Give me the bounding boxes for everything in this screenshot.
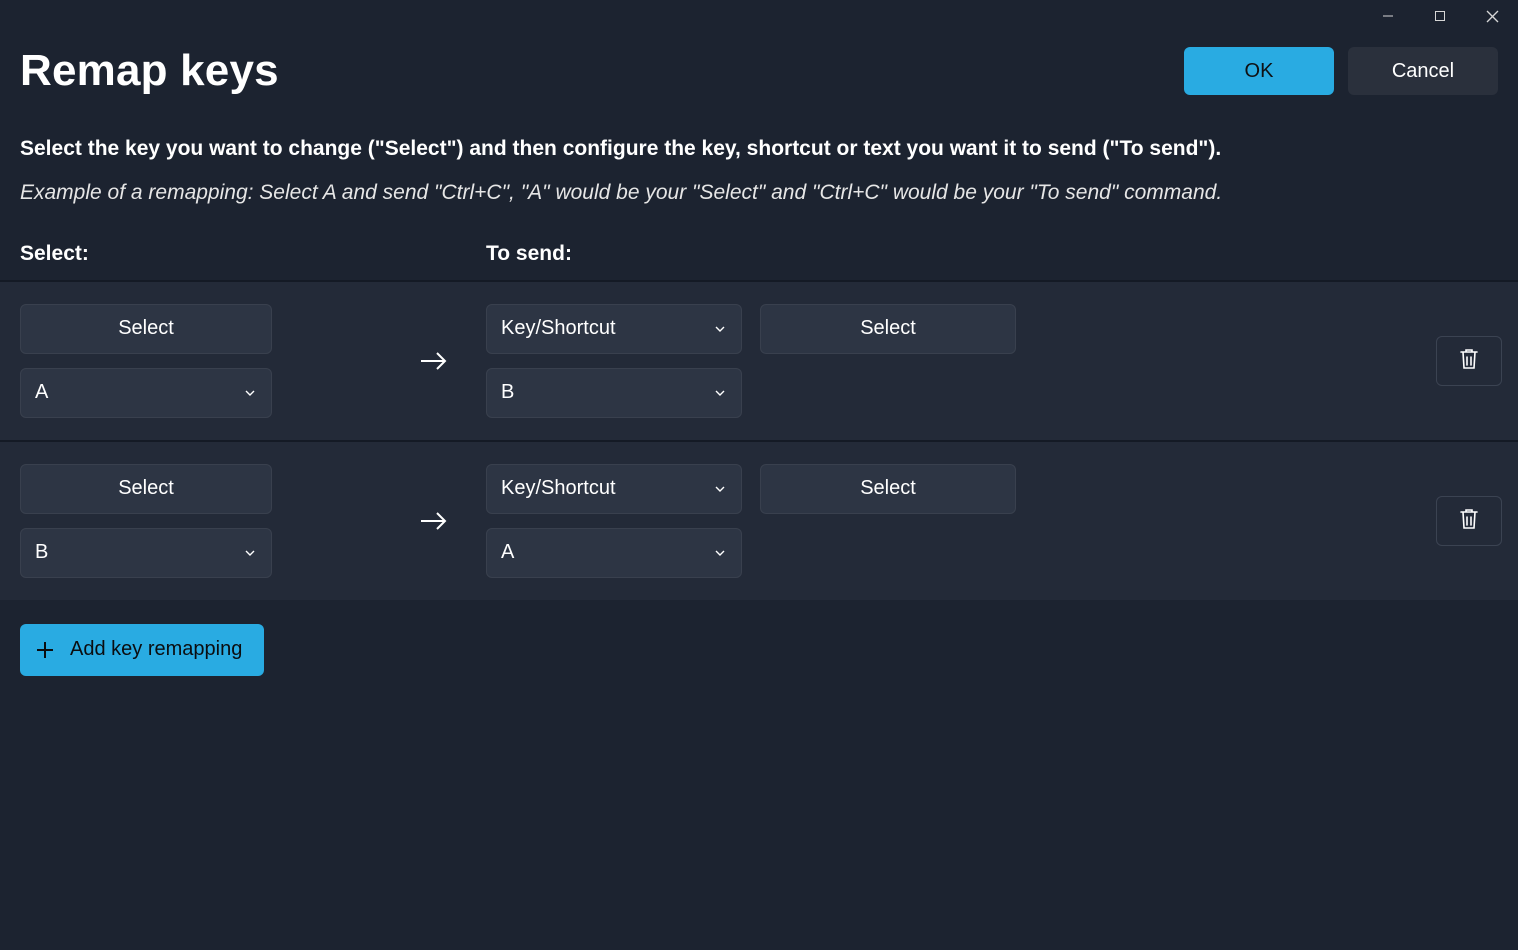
select-key-value: B bbox=[35, 541, 48, 564]
description-example: Example of a remapping: Select A and sen… bbox=[20, 179, 1498, 207]
header: Remap keys OK Cancel bbox=[0, 36, 1518, 96]
send-stack: Key/Shortcut A bbox=[486, 464, 742, 578]
arrow-icon bbox=[380, 343, 486, 379]
add-row-container: Add key remapping bbox=[0, 600, 1518, 700]
send-column: Key/Shortcut B Select bbox=[486, 304, 1016, 418]
chevron-down-icon bbox=[243, 386, 257, 400]
chevron-down-icon bbox=[713, 322, 727, 336]
remap-row: Select A Key/Shortcut B Sele bbox=[0, 280, 1518, 440]
send-column: Key/Shortcut A Select bbox=[486, 464, 1016, 578]
title-bar bbox=[0, 0, 1518, 36]
chevron-down-icon bbox=[243, 546, 257, 560]
select-key-dropdown[interactable]: A bbox=[20, 368, 272, 418]
delete-column bbox=[1436, 336, 1502, 386]
send-select-button[interactable]: Select bbox=[760, 304, 1016, 354]
action-buttons: OK Cancel bbox=[1184, 47, 1498, 95]
send-type-dropdown[interactable]: Key/Shortcut bbox=[486, 464, 742, 514]
select-key-button[interactable]: Select bbox=[20, 304, 272, 354]
window-controls bbox=[1362, 0, 1518, 32]
send-key-dropdown[interactable]: B bbox=[486, 368, 742, 418]
plus-icon bbox=[34, 639, 56, 661]
select-column: Select A bbox=[20, 304, 380, 418]
send-type-value: Key/Shortcut bbox=[501, 477, 616, 500]
cancel-button[interactable]: Cancel bbox=[1348, 47, 1498, 95]
column-headers: Select: To send: bbox=[0, 208, 1518, 280]
minimize-button[interactable] bbox=[1362, 0, 1414, 32]
maximize-button[interactable] bbox=[1414, 0, 1466, 32]
delete-row-button[interactable] bbox=[1436, 336, 1502, 386]
description-main: Select the key you want to change ("Sele… bbox=[20, 134, 1498, 163]
chevron-down-icon bbox=[713, 546, 727, 560]
description: Select the key you want to change ("Sele… bbox=[0, 96, 1518, 208]
column-header-to-send: To send: bbox=[486, 242, 572, 266]
send-type-value: Key/Shortcut bbox=[501, 317, 616, 340]
remap-row: Select B Key/Shortcut A Sele bbox=[0, 440, 1518, 600]
send-key-value: B bbox=[501, 381, 514, 404]
send-key-value: A bbox=[501, 541, 514, 564]
select-key-button[interactable]: Select bbox=[20, 464, 272, 514]
chevron-down-icon bbox=[713, 482, 727, 496]
delete-row-button[interactable] bbox=[1436, 496, 1502, 546]
ok-button[interactable]: OK bbox=[1184, 47, 1334, 95]
trash-icon bbox=[1457, 506, 1481, 535]
column-header-select: Select: bbox=[20, 242, 486, 266]
chevron-down-icon bbox=[713, 386, 727, 400]
select-column: Select B bbox=[20, 464, 380, 578]
page-title: Remap keys bbox=[20, 46, 279, 96]
send-key-dropdown[interactable]: A bbox=[486, 528, 742, 578]
select-key-value: A bbox=[35, 381, 48, 404]
send-select-button[interactable]: Select bbox=[760, 464, 1016, 514]
send-type-dropdown[interactable]: Key/Shortcut bbox=[486, 304, 742, 354]
close-button[interactable] bbox=[1466, 0, 1518, 32]
delete-column bbox=[1436, 496, 1502, 546]
send-stack: Key/Shortcut B bbox=[486, 304, 742, 418]
arrow-icon bbox=[380, 503, 486, 539]
add-remapping-button[interactable]: Add key remapping bbox=[20, 624, 264, 676]
select-key-dropdown[interactable]: B bbox=[20, 528, 272, 578]
add-remapping-label: Add key remapping bbox=[70, 638, 242, 661]
trash-icon bbox=[1457, 346, 1481, 375]
